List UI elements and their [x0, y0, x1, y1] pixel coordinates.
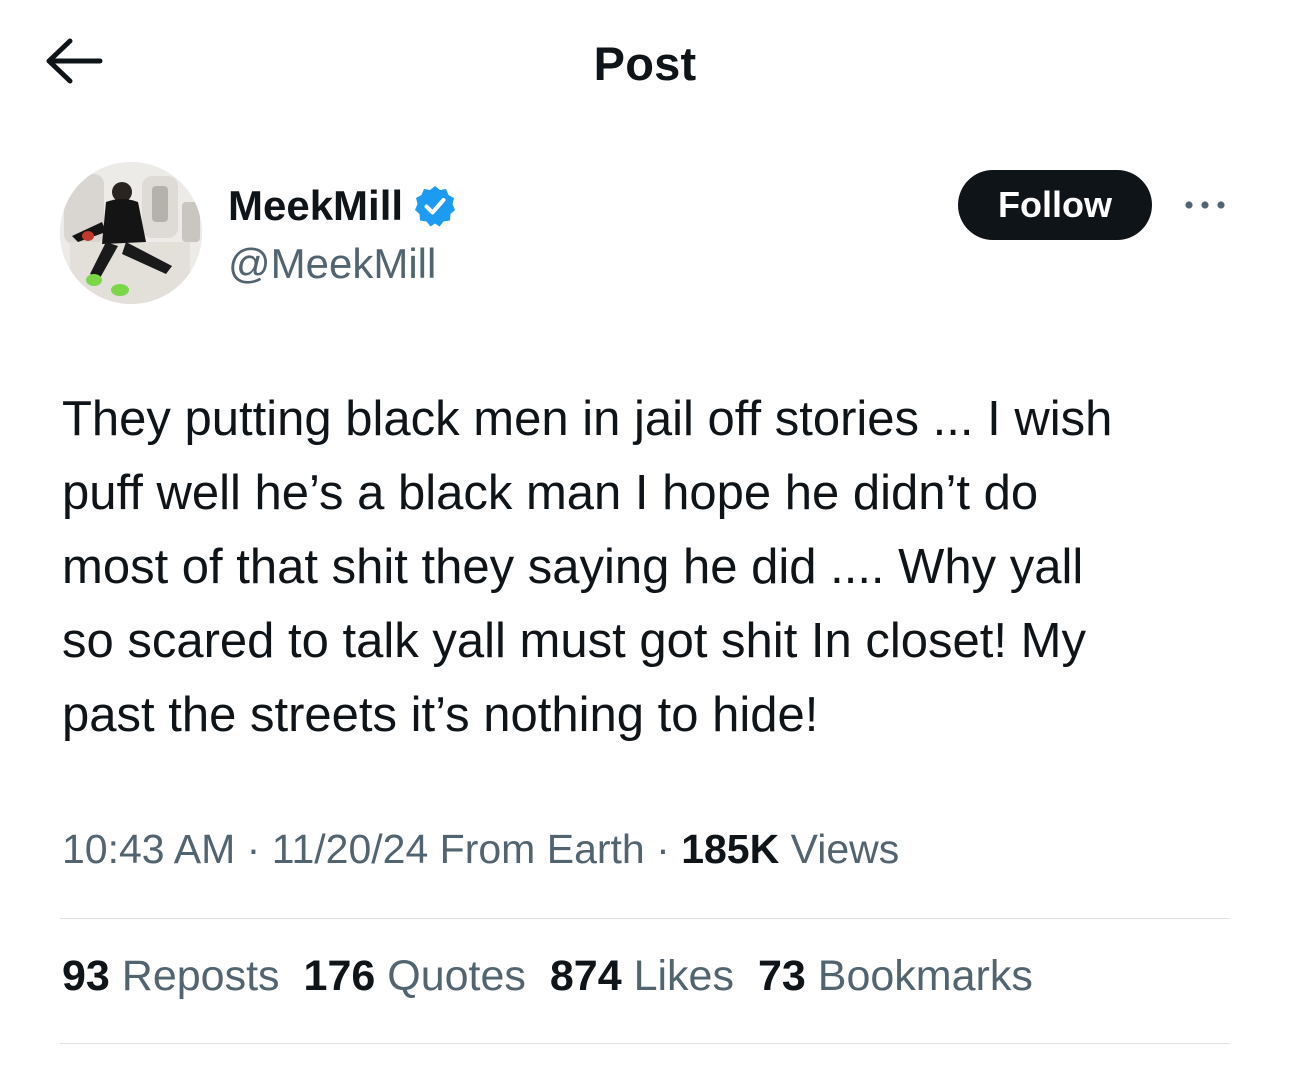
views-count: 185K — [681, 826, 780, 872]
post-location: From Earth — [439, 826, 645, 872]
post-time[interactable]: 10:43 AM — [62, 826, 235, 872]
engagement-stats: 93 Reposts 176 Quotes 874 Likes 73 Bookm… — [62, 952, 1057, 1001]
post-date[interactable]: 11/20/24 — [272, 826, 429, 872]
post-author: MeekMill @MeekMill Follow — [60, 162, 1230, 308]
views-label: Views — [790, 826, 900, 872]
verified-badge-icon — [415, 186, 456, 227]
display-name[interactable]: MeekMill — [228, 182, 403, 230]
quotes-count: 176 — [303, 952, 376, 1000]
likes-label: Likes — [633, 952, 734, 1000]
reposts-stat[interactable]: 93 Reposts — [62, 952, 280, 1001]
more-options-button[interactable] — [1180, 190, 1230, 220]
quotes-stat[interactable]: 176 Quotes — [304, 952, 526, 1001]
avatar-image — [60, 162, 202, 304]
divider — [60, 918, 1230, 919]
meta-separator: · — [246, 826, 261, 872]
follow-button[interactable]: Follow — [958, 170, 1152, 240]
more-horizontal-icon — [1185, 201, 1225, 209]
bookmarks-count: 73 — [757, 952, 806, 1000]
reposts-label: Reposts — [121, 952, 280, 1000]
avatar[interactable] — [60, 162, 202, 304]
meta-separator: · — [656, 826, 670, 872]
post-meta: 10:43 AM · 11/20/24 From Earth · 185K Vi… — [62, 826, 899, 873]
quotes-label: Quotes — [387, 952, 526, 1000]
likes-stat[interactable]: 874 Likes — [550, 952, 734, 1001]
bookmarks-label: Bookmarks — [817, 952, 1033, 1000]
divider — [60, 1043, 1230, 1044]
page-title: Post — [593, 37, 697, 90]
bookmarks-stat[interactable]: 73 Bookmarks — [758, 952, 1033, 1001]
post-text: They putting black men in jail off stori… — [62, 392, 1113, 742]
reposts-count: 93 — [62, 952, 110, 1000]
name-line: MeekMill — [228, 182, 457, 230]
likes-count: 874 — [549, 952, 622, 1000]
top-bar: Post — [0, 0, 1290, 124]
user-handle[interactable]: @MeekMill — [228, 240, 436, 288]
